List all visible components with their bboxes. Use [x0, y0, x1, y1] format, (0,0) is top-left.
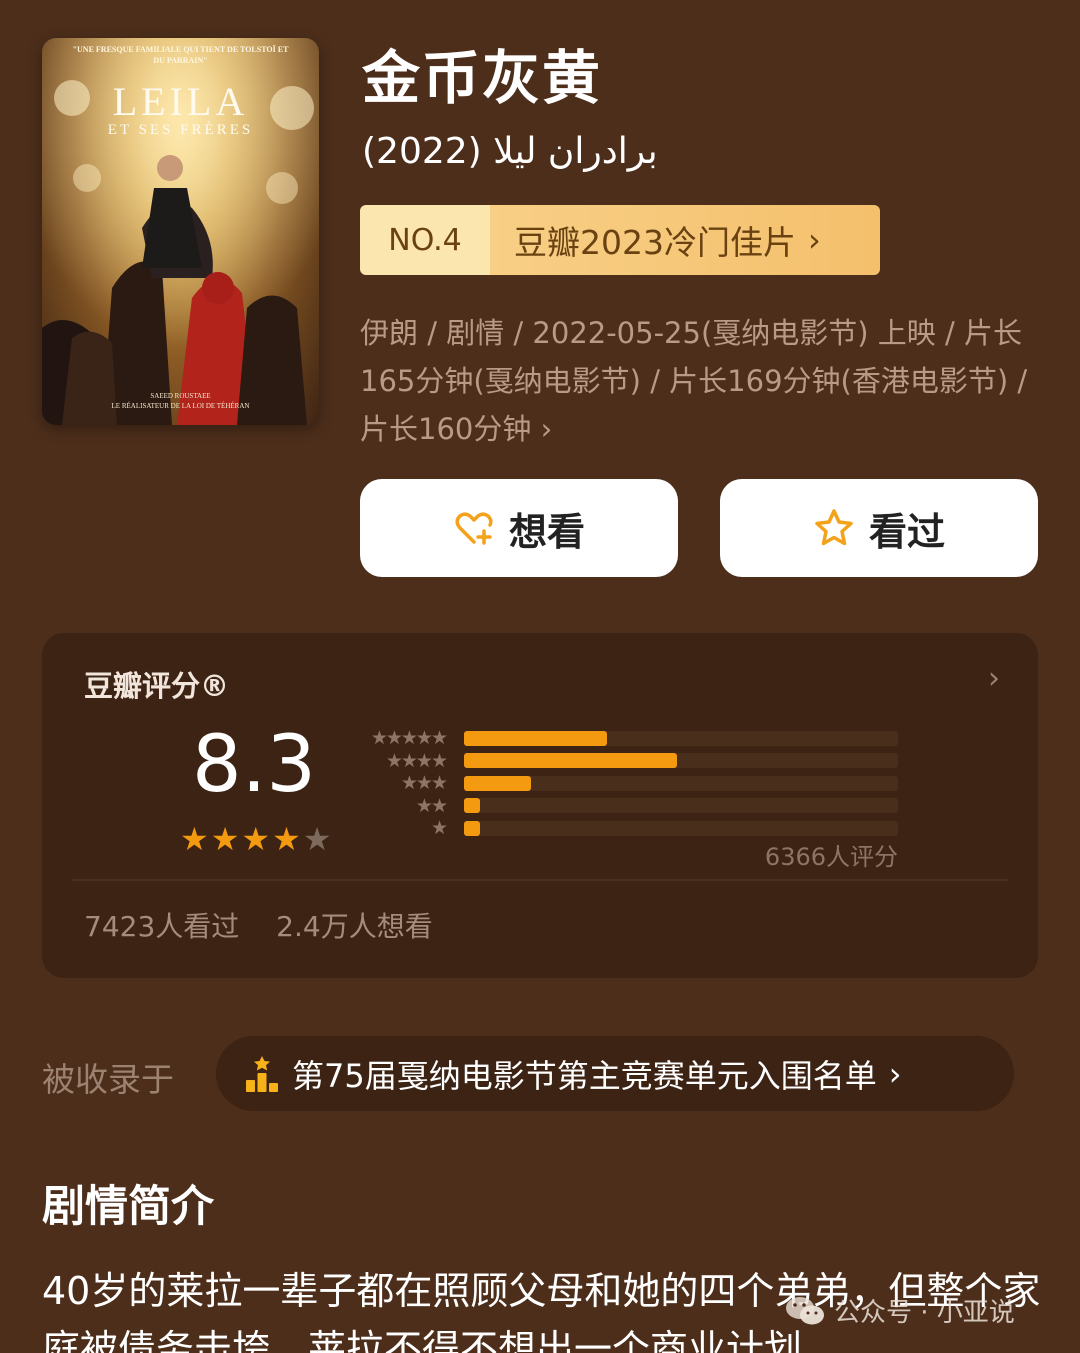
- rating-distribution-row: ★★★: [354, 772, 898, 795]
- watched-label: 看过: [868, 509, 945, 554]
- poster-tagline: "UNE FRESQUE FAMILIALE QUI TIENT DE TOLS…: [72, 45, 289, 65]
- distribution-track: [464, 753, 898, 769]
- star-filled-icon: ★: [210, 820, 240, 858]
- distribution-stars-icon: ★: [430, 817, 448, 840]
- movie-meta-text: 伊朗 / 剧情 / 2022-05-25(戛纳电影节) 上映 / 片长165分钟…: [360, 316, 1028, 446]
- distribution-track: [464, 775, 898, 791]
- poster-title: LEILA: [112, 79, 249, 124]
- ranking-number: NO.4: [360, 205, 490, 275]
- movie-original-title: (2022) برادران لیلا: [362, 131, 658, 172]
- poster-subtitle: ET SES FRÈRES: [107, 122, 254, 138]
- rating-distribution: ★★★★★ ★★★★ ★★★ ★★ ★: [354, 727, 898, 840]
- distribution-track: [464, 730, 898, 746]
- watch-stats: 7423人看过 2.4万人想看: [84, 905, 433, 945]
- star-outline-icon: [815, 509, 853, 546]
- poster-credit: SAEED ROUSTAEE LE RÉALISATEUR DE LA LOI …: [42, 391, 319, 411]
- watermark: 公众号 · 小亚说: [784, 1292, 1015, 1329]
- chevron-right-icon: ›: [540, 412, 553, 446]
- want-to-watch-button[interactable]: 想看: [360, 479, 678, 577]
- wechat-icon: [786, 1296, 824, 1324]
- rating-card[interactable]: 豆瓣评分® › 8.3 ★ ★ ★ ★ ★ ★★★★★ ★★★★ ★★★ ★★ ★ 6366人评…: [42, 633, 1038, 978]
- movie-title: 金币灰黄: [362, 44, 603, 112]
- distribution-bar: [464, 798, 480, 814]
- rating-divider: [72, 879, 1008, 881]
- distribution-track: [464, 820, 898, 836]
- rating-count: 6366人评分: [764, 843, 898, 871]
- rating-score: 8.3: [192, 720, 317, 810]
- collection-name: 第75届戛纳电影节第主竞赛单元入围名单: [292, 1056, 877, 1095]
- movie-meta[interactable]: 伊朗 / 剧情 / 2022-05-25(戛纳电影节) 上映 / 片长165分钟…: [360, 309, 1030, 453]
- ranking-list: 豆瓣2023冷门佳片 ›: [490, 205, 880, 275]
- watched-button[interactable]: 看过: [720, 479, 1038, 577]
- distribution-stars-icon: ★★★: [400, 772, 448, 795]
- poster-credit-tagline: LE RÉALISATEUR DE LA LOI DE TÉHÉRAN: [111, 402, 250, 410]
- star-empty-icon: ★: [302, 820, 332, 858]
- ranking-badge[interactable]: NO.4 豆瓣2023冷门佳片 ›: [360, 205, 880, 275]
- distribution-stars-icon: ★★★★: [385, 749, 448, 772]
- rating-label: 豆瓣评分®: [84, 669, 230, 703]
- synopsis-heading: 剧情简介: [42, 1182, 214, 1232]
- star-filled-icon: ★: [241, 820, 271, 858]
- poster-credit-director: SAEED ROUSTAEE: [150, 392, 211, 400]
- chevron-right-icon[interactable]: ›: [988, 661, 1000, 696]
- distribution-stars-icon: ★★★★★: [370, 727, 448, 750]
- ranking-podium-icon: [246, 1055, 278, 1092]
- rating-distribution-row: ★★: [354, 795, 898, 818]
- distribution-bar: [464, 730, 608, 746]
- collection-link[interactable]: 第75届戛纳电影节第主竞赛单元入围名单 ›: [216, 1036, 1014, 1111]
- distribution-track: [464, 798, 898, 814]
- star-filled-icon: ★: [180, 820, 209, 858]
- heart-plus-icon: [455, 512, 493, 545]
- rating-stars: ★ ★ ★ ★ ★: [180, 823, 331, 855]
- distribution-bar: [464, 753, 677, 769]
- chevron-right-icon: ›: [888, 1054, 902, 1093]
- distribution-stars-icon: ★★: [415, 794, 448, 817]
- collected-label: 被收录于: [42, 1060, 174, 1099]
- rating-distribution-row: ★★★★★: [354, 727, 898, 750]
- want-count: 2.4万人想看: [276, 910, 433, 943]
- distribution-bar: [464, 820, 480, 836]
- ranking-list-label: 豆瓣2023冷门佳片: [514, 223, 796, 262]
- want-to-watch-label: 想看: [508, 509, 585, 554]
- distribution-bar: [464, 775, 532, 791]
- star-filled-icon: ★: [272, 820, 301, 858]
- movie-poster[interactable]: "UNE FRESQUE FAMILIALE QUI TIENT DE TOLS…: [42, 38, 319, 425]
- watermark-text: 公众号 · 小亚说: [834, 1298, 1015, 1328]
- seen-count: 7423人看过: [84, 910, 240, 943]
- chevron-right-icon: ›: [807, 221, 821, 259]
- rating-distribution-row: ★★★★: [354, 750, 898, 773]
